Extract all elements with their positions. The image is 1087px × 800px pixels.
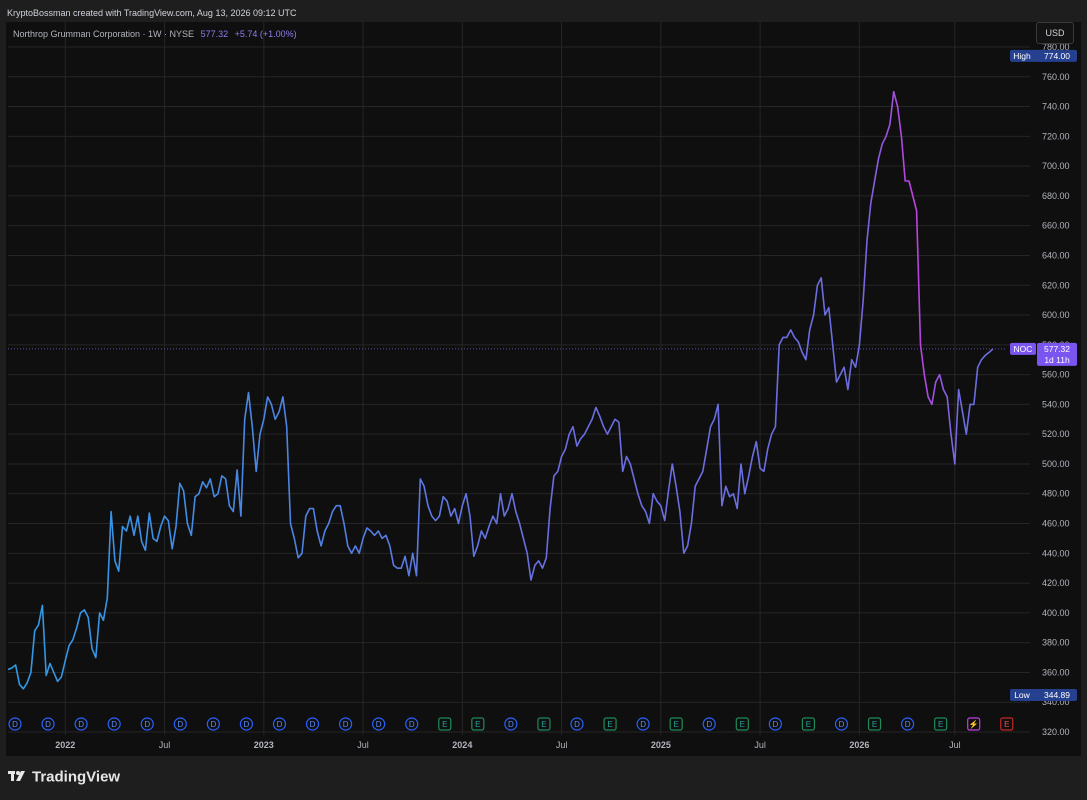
x-tick-label: Jul [754,740,766,750]
event-marker-label: D [706,720,712,729]
y-tick-label: 320.00 [1042,727,1070,737]
legend-change: +5.74 (+1.00%) [234,29,297,39]
event-marker-label: D [772,720,778,729]
y-tick-label: 660.00 [1042,221,1070,231]
event-marker-label: D [905,720,911,729]
x-tick-label: 2023 [254,740,274,750]
event-marker-label: D [839,720,845,729]
countdown-label: 1d 11h [1044,355,1070,365]
x-tick-label: 2025 [651,740,671,750]
last-symbol-label: NOC [1014,344,1033,354]
event-marker-label: D [111,720,117,729]
price-line-series [7,90,994,690]
event-marker-label: E [442,720,447,729]
y-tick-label: 440.00 [1042,548,1070,558]
y-tick-label: 760.00 [1042,72,1070,82]
high-value: 774.00 [1044,51,1070,61]
event-marker-label: E [872,720,877,729]
event-marker-label: E [674,720,679,729]
event-marker-label: D [574,720,580,729]
y-tick-label: 420.00 [1042,578,1070,588]
symbol-legend[interactable]: Northrop Grumman Corporation · 1W · NYSE… [13,29,297,39]
event-marker-label: E [938,720,943,729]
event-marker-label: D [508,720,514,729]
low-value: 344.89 [1044,690,1070,700]
y-tick-label: 540.00 [1042,399,1070,409]
y-tick-label: 460.00 [1042,519,1070,529]
event-marker-label: D [277,720,283,729]
tradingview-logo-icon [8,769,28,786]
low-label: Low [1014,690,1030,700]
event-marker-label: E [1004,720,1009,729]
event-marker-label: E [541,720,546,729]
y-tick-label: 620.00 [1042,280,1070,290]
last-value-label: 577.32 [1044,344,1070,354]
event-marker-label: D [310,720,316,729]
brand-name: TradingView [32,768,121,786]
y-tick-label: 680.00 [1042,191,1070,201]
event-marker-label: E [740,720,745,729]
y-tick-label: 600.00 [1042,310,1070,320]
event-marker-label: ⚡ [969,719,979,729]
brand-footer: TradingView [8,768,120,786]
y-tick-label: 400.00 [1042,608,1070,618]
x-tick-label: Jul [357,740,369,750]
event-marker-label: D [376,720,382,729]
event-marker-label: D [343,720,349,729]
event-marker-label: D [640,720,646,729]
x-tick-label: 2024 [452,740,472,750]
event-marker-label: E [475,720,480,729]
high-label: High [1013,51,1031,61]
y-tick-label: 380.00 [1042,638,1070,648]
y-tick-label: 560.00 [1042,370,1070,380]
event-marker-label: D [210,720,216,729]
event-marker-label: D [12,720,18,729]
y-tick-label: 740.00 [1042,102,1070,112]
y-tick-label: 520.00 [1042,429,1070,439]
y-tick-label: 360.00 [1042,667,1070,677]
event-marker-label: D [144,720,150,729]
x-tick-label: Jul [949,740,961,750]
event-marker-label: D [409,720,415,729]
y-tick-label: 720.00 [1042,131,1070,141]
y-tick-label: 700.00 [1042,161,1070,171]
currency-button[interactable]: USD [1036,22,1074,44]
symbol-title: Northrop Grumman Corporation · 1W · NYSE [13,29,195,39]
event-marker-label: D [244,720,250,729]
x-tick-label: 2022 [55,740,75,750]
price-chart: 320.00340.00360.00380.00400.00420.00440.… [7,22,1077,750]
event-marker-label: D [177,720,183,729]
x-tick-label: Jul [556,740,568,750]
event-marker-label: E [806,720,811,729]
y-tick-label: 500.00 [1042,459,1070,469]
event-marker-label: E [607,720,612,729]
event-marker-label: D [78,720,84,729]
x-tick-label: Jul [159,740,171,750]
y-tick-label: 640.00 [1042,250,1070,260]
x-tick-label: 2026 [849,740,869,750]
legend-price: 577.32 [200,29,229,39]
event-marker-label: D [45,720,51,729]
y-tick-label: 480.00 [1042,489,1070,499]
